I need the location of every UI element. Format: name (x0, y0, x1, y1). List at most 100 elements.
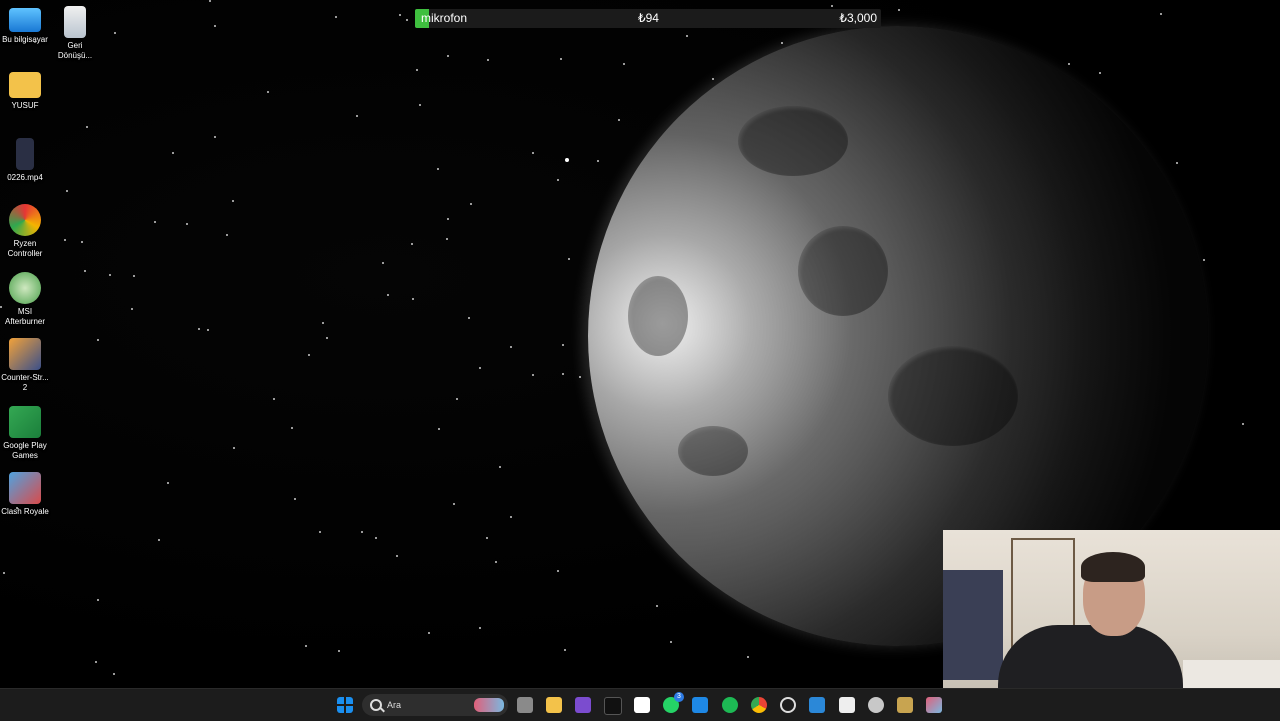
star (326, 337, 328, 339)
unity-icon[interactable] (839, 697, 855, 713)
star (412, 298, 414, 300)
star (356, 115, 358, 117)
star (470, 203, 472, 205)
star (186, 223, 188, 225)
star (419, 104, 421, 106)
star (712, 78, 714, 80)
spotify-icon[interactable] (722, 697, 738, 713)
active-app-icon[interactable] (926, 697, 942, 713)
league-of-legends-icon[interactable] (897, 697, 913, 713)
star (456, 398, 458, 400)
hanging-clothes (943, 570, 1003, 680)
icon-label: 0226.mp4 (7, 173, 43, 182)
star (131, 308, 133, 310)
star (532, 374, 534, 376)
star (361, 531, 363, 533)
star (167, 482, 169, 484)
steam-icon[interactable] (868, 697, 884, 713)
desktop-icon-yusuf[interactable]: YUSUF (0, 72, 50, 111)
star (447, 55, 449, 57)
star (1160, 13, 1162, 15)
star (64, 239, 66, 241)
moon-crater (798, 226, 888, 316)
star (446, 238, 448, 240)
star (335, 16, 337, 18)
desktop-icon-google-play-games[interactable]: Google Play Games (0, 406, 50, 461)
icon-label: Ryzen Controller (7, 239, 43, 258)
desktop-icon-recycle-bin[interactable]: Geri Dönüşü... (50, 6, 100, 61)
star (273, 398, 275, 400)
whatsapp-icon[interactable]: 3 (663, 692, 684, 713)
desktop-icon-msi-afterburner[interactable]: MSI Afterburner (0, 272, 50, 327)
notion-icon[interactable] (634, 697, 650, 713)
moon-crater (888, 346, 1018, 446)
chrome-icon[interactable] (751, 697, 767, 713)
msi-afterburner-icon (9, 272, 41, 304)
apple-tv-icon[interactable] (604, 697, 622, 715)
star (416, 69, 418, 71)
star (447, 218, 449, 220)
star (437, 168, 439, 170)
star (562, 344, 564, 346)
star (560, 58, 562, 60)
task-view-icon[interactable] (517, 697, 533, 713)
taskbar: Ara 3 (0, 688, 1280, 721)
person-hair (1081, 552, 1145, 582)
star (487, 59, 489, 61)
windows-start-icon[interactable] (337, 697, 353, 713)
star (207, 329, 209, 331)
goal-current-amount: ₺94 (638, 11, 659, 25)
desktop-icon-counter-strike[interactable]: Counter-Str... 2 (0, 338, 50, 393)
moon-crater (738, 106, 848, 176)
desktop-icon-video[interactable]: 0226.mp4 (0, 138, 50, 183)
icon-label: MSI Afterburner (4, 307, 46, 326)
star (579, 376, 581, 378)
star (564, 649, 566, 651)
desktop-icon-this-pc[interactable]: Bu bilgisayar (0, 6, 50, 45)
desktop-icon-ryzen-controller[interactable]: Ryzen Controller (0, 204, 50, 259)
icon-label: YUSUF (11, 101, 39, 110)
star (172, 152, 174, 154)
chatgpt-icon[interactable] (780, 697, 796, 713)
star (133, 275, 135, 277)
star (95, 661, 97, 663)
star (656, 605, 658, 607)
star (232, 200, 234, 202)
visual-studio-icon[interactable] (575, 697, 591, 713)
star (387, 294, 389, 296)
todo-icon[interactable] (809, 697, 825, 713)
star (375, 537, 377, 539)
star (568, 258, 570, 260)
star (831, 5, 833, 7)
star (781, 42, 783, 44)
star (562, 373, 564, 375)
star (322, 322, 324, 324)
star (158, 539, 160, 541)
desktop-icon-clash-royale[interactable]: Clash Royale (0, 472, 50, 517)
folder-icon (9, 72, 41, 98)
icon-label: Google Play Games (3, 441, 47, 460)
star (623, 63, 625, 65)
star (747, 656, 749, 658)
star (399, 14, 401, 16)
search-input[interactable]: Ara (362, 694, 508, 716)
star (468, 317, 470, 319)
star (686, 35, 688, 37)
search-icon (370, 699, 382, 711)
file-explorer-icon[interactable] (546, 697, 562, 713)
star (114, 32, 116, 34)
star (406, 19, 408, 21)
star (510, 516, 512, 518)
star (597, 160, 599, 162)
star (495, 561, 497, 563)
search-highlight-image (474, 698, 504, 712)
star (486, 537, 488, 539)
star (382, 262, 384, 264)
star (510, 346, 512, 348)
vscode-icon[interactable] (692, 697, 708, 713)
star (198, 328, 200, 330)
star (411, 243, 413, 245)
icon-label: Geri Dönüşü... (57, 41, 93, 60)
star (499, 466, 501, 468)
icon-label: Counter-Str... 2 (1, 373, 49, 392)
